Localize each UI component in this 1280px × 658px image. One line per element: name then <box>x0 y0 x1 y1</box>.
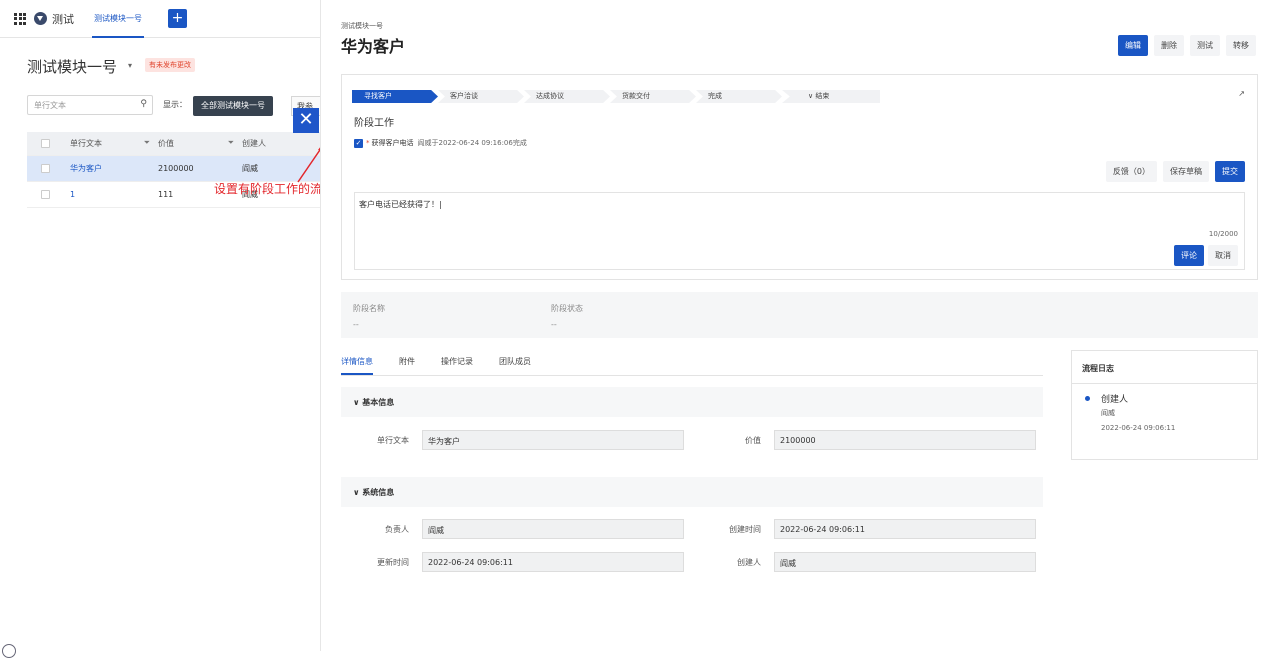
top-bar: 测试 测试模块一号 + <box>0 0 320 38</box>
close-drawer-button[interactable]: ✕ <box>293 108 319 133</box>
transfer-button[interactable]: 转移 <box>1226 35 1256 56</box>
column-header[interactable]: 价值 ⏷ <box>158 138 242 149</box>
value-field[interactable]: 2100000 <box>774 430 1036 450</box>
char-counter: 10/2000 <box>1208 230 1238 238</box>
cell-text[interactable]: 华为客户 <box>70 163 158 174</box>
stage-task: ✓ * 获得客户电话 阎威于2022-06-24 09:16:06完成 <box>354 138 527 148</box>
edit-button[interactable]: 编辑 <box>1118 35 1148 56</box>
list-panel: 测试 测试模块一号 + 测试模块一号 ▾ 有未发布更改 单行文本 ⚲ 显示： 全… <box>0 0 321 658</box>
task-name: 获得客户电话 <box>371 139 414 147</box>
search-icon[interactable]: ⚲ <box>140 99 147 109</box>
comment-actions: 评论 取消 <box>1174 245 1238 266</box>
row-checkbox[interactable] <box>41 190 50 199</box>
feedback-button[interactable]: 反馈（0） <box>1105 161 1157 182</box>
breadcrumb: 测试模块一号 <box>341 22 383 30</box>
tab-details[interactable]: 详情信息 <box>341 356 373 375</box>
timeline-dot-icon <box>1085 396 1090 401</box>
module-title[interactable]: 测试模块一号 <box>27 56 117 77</box>
detail-drawer: 测试模块一号 华为客户 编辑 删除 测试 转移 寻找客户 客户洽谈 达成协议 货… <box>321 0 1280 651</box>
stage-step[interactable]: 完成 <box>696 90 782 103</box>
table-header: 单行文本 ⏷ 价值 ⏷ 创建人 <box>27 132 321 156</box>
tab-team-members[interactable]: 团队成员 <box>499 356 531 375</box>
app-name: 测试 <box>52 12 74 26</box>
field-label: 创建时间 <box>729 525 761 534</box>
chevron-down-icon[interactable]: ▾ <box>128 61 132 70</box>
expand-icon[interactable]: ↗ <box>1238 89 1245 98</box>
record-actions: 编辑 删除 测试 转移 <box>1118 35 1256 56</box>
column-header[interactable]: 单行文本 ⏷ <box>70 138 158 149</box>
delete-button[interactable]: 删除 <box>1154 35 1184 56</box>
search-input[interactable]: 单行文本 ⚲ <box>27 95 153 115</box>
save-draft-button[interactable]: 保存草稿 <box>1163 161 1209 182</box>
select-all-checkbox[interactable] <box>41 139 50 148</box>
tab-attachments[interactable]: 附件 <box>399 356 415 375</box>
app-grid-icon[interactable] <box>14 12 26 25</box>
stage-name-value: -- <box>353 320 359 329</box>
stage-panel: 寻找客户 客户洽谈 达成协议 货款交付 完成 ∨ 结束 ↗ 阶段工作 ✓ * 获… <box>341 74 1258 280</box>
filter-icon[interactable]: ⏷ <box>228 138 234 148</box>
tab-module[interactable]: 测试模块一号 <box>92 0 144 38</box>
stage-status-value: -- <box>551 320 557 329</box>
filter-icon[interactable]: ⏷ <box>144 138 150 148</box>
log-time: 2022-06-24 09:06:11 <box>1101 424 1176 432</box>
stage-name-label: 阶段名称 <box>353 304 385 313</box>
stage-step[interactable]: 客户洽谈 <box>438 90 524 103</box>
record-title: 华为客户 <box>341 37 406 56</box>
detail-tabs: 详情信息 附件 操作记录 团队成员 <box>341 356 1043 376</box>
stage-step[interactable]: 达成协议 <box>524 90 610 103</box>
show-label: 显示： <box>163 100 187 109</box>
stage-step[interactable]: 寻找客户 <box>352 90 438 103</box>
field-label: 负责人 <box>385 525 409 534</box>
log-user: 阎威 <box>1101 409 1115 417</box>
system-info-header[interactable]: ∨ 系统信息 <box>341 477 1043 507</box>
search-placeholder: 单行文本 <box>34 101 66 110</box>
field-label: 创建人 <box>737 558 761 567</box>
process-log: 流程日志 创建人 阎威 2022-06-24 09:06:11 <box>1071 350 1258 460</box>
comment-text: 客户电话已经获得了！| <box>359 200 442 209</box>
updated-time-field[interactable]: 2022-06-24 09:06:11 <box>422 552 684 572</box>
task-completed-info: 阎威于2022-06-24 09:16:06完成 <box>417 139 527 147</box>
app-logo-icon <box>34 12 47 25</box>
row-checkbox[interactable] <box>41 164 50 173</box>
test-button[interactable]: 测试 <box>1190 35 1220 56</box>
creator-field[interactable]: 阎威 <box>774 552 1036 572</box>
stage-work-title: 阶段工作 <box>354 118 394 129</box>
cell-value: 2100000 <box>158 164 194 173</box>
log-event: 创建人 <box>1101 395 1129 405</box>
view-select-button[interactable]: 全部测试模块一号 <box>193 96 273 116</box>
basic-info-header[interactable]: ∨ 基本信息 <box>341 387 1043 417</box>
stage-step[interactable]: 货款交付 <box>610 90 696 103</box>
tab-operation-log[interactable]: 操作记录 <box>441 356 473 375</box>
add-tab-button[interactable]: + <box>168 9 187 28</box>
stage-progress: 寻找客户 客户洽谈 达成协议 货款交付 完成 ∨ 结束 <box>352 90 880 103</box>
help-icon[interactable] <box>2 644 16 658</box>
process-log-title: 流程日志 <box>1072 351 1257 384</box>
table-row[interactable]: 华为客户 2100000 阎威 <box>27 156 321 182</box>
owner-field[interactable]: 阎威 <box>422 519 684 539</box>
unpublished-badge: 有未发布更改 <box>145 58 195 72</box>
cell-text[interactable]: 1 <box>70 190 158 199</box>
submit-button[interactable]: 提交 <box>1215 161 1245 182</box>
text-field[interactable]: 华为客户 <box>422 430 684 450</box>
stage-step-end[interactable]: ∨ 结束 <box>782 90 880 103</box>
stage-actions: 反馈（0） 保存草稿 提交 <box>1105 161 1245 182</box>
field-label: 单行文本 <box>377 436 409 445</box>
field-label: 更新时间 <box>377 558 409 567</box>
created-time-field[interactable]: 2022-06-24 09:06:11 <box>774 519 1036 539</box>
required-mark: * <box>366 139 370 147</box>
stage-status-label: 阶段状态 <box>551 304 583 313</box>
field-label: 价值 <box>745 436 761 445</box>
cancel-button[interactable]: 取消 <box>1208 245 1238 266</box>
comment-button[interactable]: 评论 <box>1174 245 1204 266</box>
stage-info: 阶段名称 -- 阶段状态 -- <box>341 292 1258 338</box>
comment-textarea[interactable]: 客户电话已经获得了！| 10/2000 评论 取消 <box>354 192 1245 270</box>
task-checkbox[interactable]: ✓ <box>354 138 363 148</box>
